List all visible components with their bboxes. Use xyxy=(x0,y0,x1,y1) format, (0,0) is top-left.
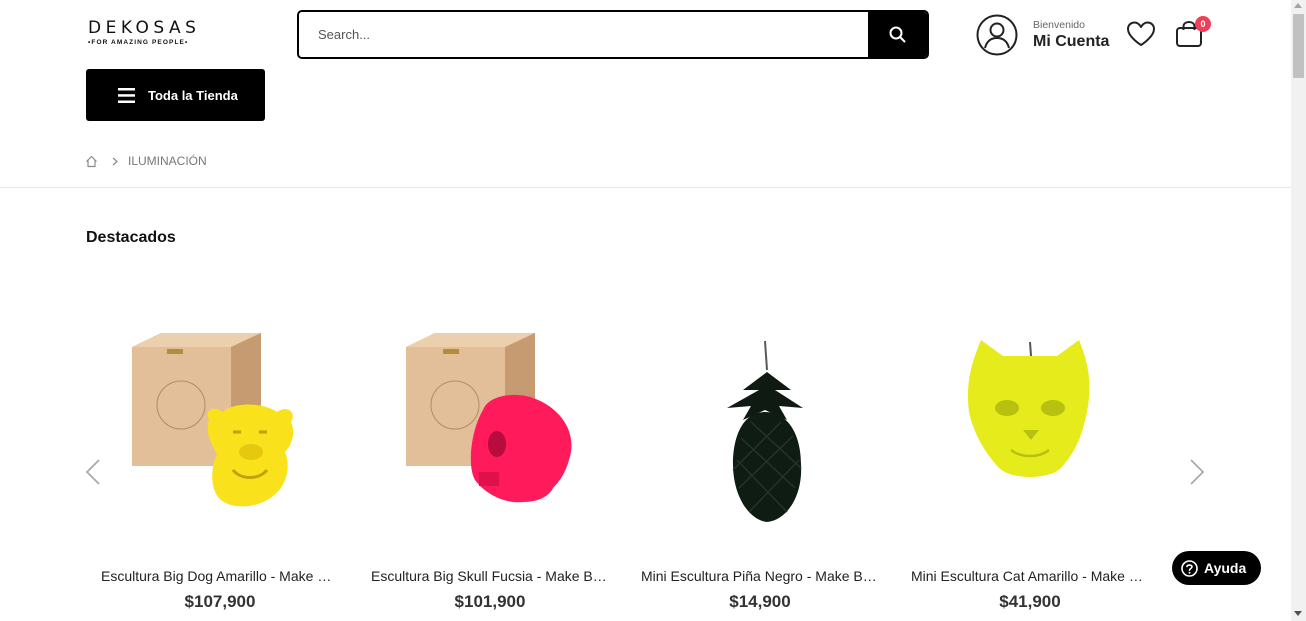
search-bar xyxy=(297,10,929,59)
question-icon xyxy=(1181,559,1198,577)
user-icon xyxy=(976,14,1018,56)
help-button[interactable]: Ayuda xyxy=(1172,551,1261,585)
scroll-up-arrow[interactable] xyxy=(1294,3,1302,8)
wishlist-button[interactable] xyxy=(1126,21,1156,52)
hamburger-icon xyxy=(118,87,135,103)
product-card[interactable]: Escultura Big Dog Amarillo - Make Burn $… xyxy=(101,320,339,611)
cart-count-badge: 0 xyxy=(1195,16,1211,32)
search-icon xyxy=(889,26,906,43)
product-image-yellow-cat[interactable] xyxy=(911,320,1149,535)
product-price: $14,900 xyxy=(729,592,791,611)
divider xyxy=(0,187,1291,188)
account-label: Mi Cuenta xyxy=(1033,33,1110,51)
logo-tagline: •FOR AMAZING PEOPLE• xyxy=(88,39,189,46)
account-greeting: Bienvenido xyxy=(1033,18,1085,31)
home-icon[interactable] xyxy=(85,155,98,168)
product-name[interactable]: Escultura Big Dog Amarillo - Make Burn xyxy=(101,568,339,584)
account-link[interactable]: Bienvenido Mi Cuenta xyxy=(976,14,1109,56)
section-title: Destacados xyxy=(86,229,176,246)
chevron-left-icon xyxy=(85,459,100,485)
heart-icon xyxy=(1127,21,1155,46)
product-name[interactable]: Escultura Big Skull Fucsia - Make Burn xyxy=(371,568,609,584)
product-card[interactable]: Escultura Big Skull Fucsia - Make Burn $… xyxy=(371,320,609,611)
cart-button[interactable]: 0 xyxy=(1175,16,1211,53)
breadcrumb-current[interactable]: ILUMINACIÓN xyxy=(128,154,207,168)
carousel-next-button[interactable] xyxy=(1188,458,1206,491)
product-name[interactable]: Mini Escultura Cat Amarillo - Make Burn xyxy=(911,568,1149,584)
logo-wordmark: DEKOSAS xyxy=(88,18,201,38)
product-image-yellow-dog[interactable] xyxy=(101,320,339,535)
product-card[interactable]: Mini Escultura Cat Amarillo - Make Burn … xyxy=(911,320,1149,611)
search-button[interactable] xyxy=(868,12,927,57)
help-label: Ayuda xyxy=(1204,560,1247,576)
product-image-fuchsia-skull[interactable] xyxy=(371,320,609,535)
scroll-down-arrow[interactable] xyxy=(1294,611,1302,616)
product-price: $101,900 xyxy=(454,592,526,611)
all-store-label: Toda la Tienda xyxy=(148,87,238,103)
carousel-prev-button[interactable] xyxy=(84,458,102,491)
product-card[interactable]: Mini Escultura Piña Negro - Make Burn $1… xyxy=(641,320,879,611)
logo[interactable]: DEKOSAS •FOR AMAZING PEOPLE• xyxy=(88,18,208,46)
product-name[interactable]: Mini Escultura Piña Negro - Make Burn xyxy=(641,568,879,584)
page-scrollbar[interactable] xyxy=(1291,0,1306,621)
product-image-black-pineapple[interactable] xyxy=(641,320,879,535)
all-store-button[interactable]: Toda la Tienda xyxy=(86,69,265,121)
chevron-right-icon xyxy=(112,157,118,165)
product-price: $107,900 xyxy=(184,592,256,611)
chevron-right-icon xyxy=(1190,459,1205,485)
search-input[interactable] xyxy=(299,12,868,57)
product-price: $41,900 xyxy=(999,592,1061,611)
breadcrumb: ILUMINACIÓN xyxy=(85,154,207,168)
scroll-thumb[interactable] xyxy=(1293,14,1304,78)
